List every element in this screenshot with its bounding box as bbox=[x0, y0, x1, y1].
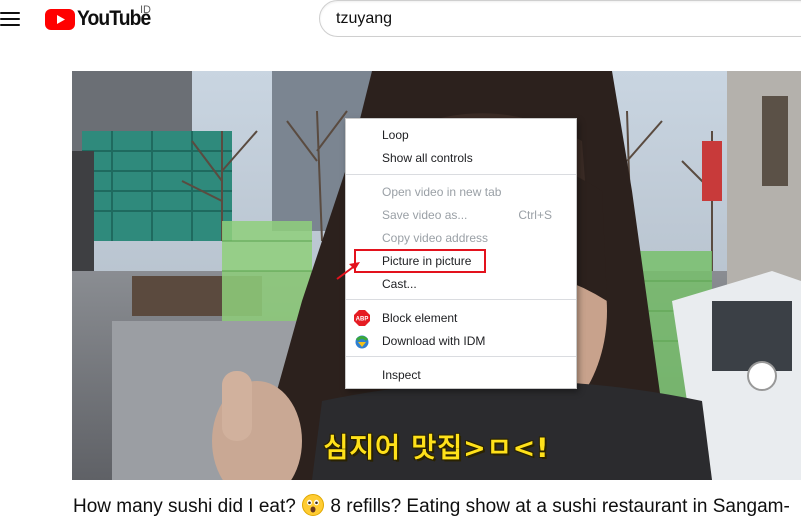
hamburger-menu-icon[interactable] bbox=[0, 10, 20, 26]
menu-item-label: Show all controls bbox=[382, 151, 473, 165]
menu-separator bbox=[346, 356, 576, 357]
video-title-part: 8 refills? Eating show at a sushi restau… bbox=[330, 496, 790, 517]
menu-item-picture-in-picture[interactable]: Picture in picture bbox=[346, 250, 576, 272]
annotation-arrow-icon bbox=[336, 262, 360, 280]
menu-separator bbox=[346, 299, 576, 300]
menu-item-cast[interactable]: Cast... bbox=[346, 273, 576, 295]
menu-item-copy-video-address[interactable]: Copy video address bbox=[346, 227, 576, 249]
menu-item-loop[interactable]: Loop bbox=[346, 124, 576, 146]
menu-item-label: Open video in new tab bbox=[382, 185, 502, 199]
idm-download-icon bbox=[355, 335, 369, 349]
menu-separator bbox=[346, 174, 576, 175]
video-title-part: How many sushi did I eat? bbox=[73, 496, 296, 517]
video-context-menu: Loop Show all controls Open video in new… bbox=[345, 118, 577, 389]
adblock-plus-icon: ABP bbox=[354, 310, 370, 326]
menu-item-block-element[interactable]: ABP Block element bbox=[346, 307, 576, 329]
menu-shortcut: Ctrl+S bbox=[518, 208, 552, 222]
menu-item-label: Download with IDM bbox=[382, 334, 486, 348]
menu-item-label: Picture in picture bbox=[382, 254, 472, 268]
menu-item-label: Block element bbox=[382, 311, 458, 325]
menu-item-label: Inspect bbox=[382, 368, 421, 382]
menu-item-save-video-as[interactable]: Save video as... Ctrl+S bbox=[346, 204, 576, 226]
menu-item-label: Loop bbox=[382, 128, 409, 142]
menu-item-label: Save video as... bbox=[382, 208, 468, 222]
region-code: ID bbox=[140, 4, 151, 16]
astonished-face-emoji bbox=[302, 494, 325, 516]
menu-item-open-in-new-tab[interactable]: Open video in new tab bbox=[346, 181, 576, 203]
youtube-play-icon bbox=[45, 8, 75, 30]
menu-item-inspect[interactable]: Inspect bbox=[346, 364, 576, 386]
menu-item-label: Cast... bbox=[382, 277, 417, 291]
menu-item-download-with-idm[interactable]: Download with IDM bbox=[346, 330, 576, 352]
search-input[interactable] bbox=[336, 9, 756, 29]
menu-item-label: Copy video address bbox=[382, 231, 489, 245]
video-title[interactable]: How many sushi did I eat? 8 refills? Eat… bbox=[73, 494, 801, 518]
menu-item-show-all-controls[interactable]: Show all controls bbox=[346, 147, 576, 169]
search-box[interactable] bbox=[319, 0, 801, 37]
abp-icon-text: ABP bbox=[356, 317, 369, 323]
